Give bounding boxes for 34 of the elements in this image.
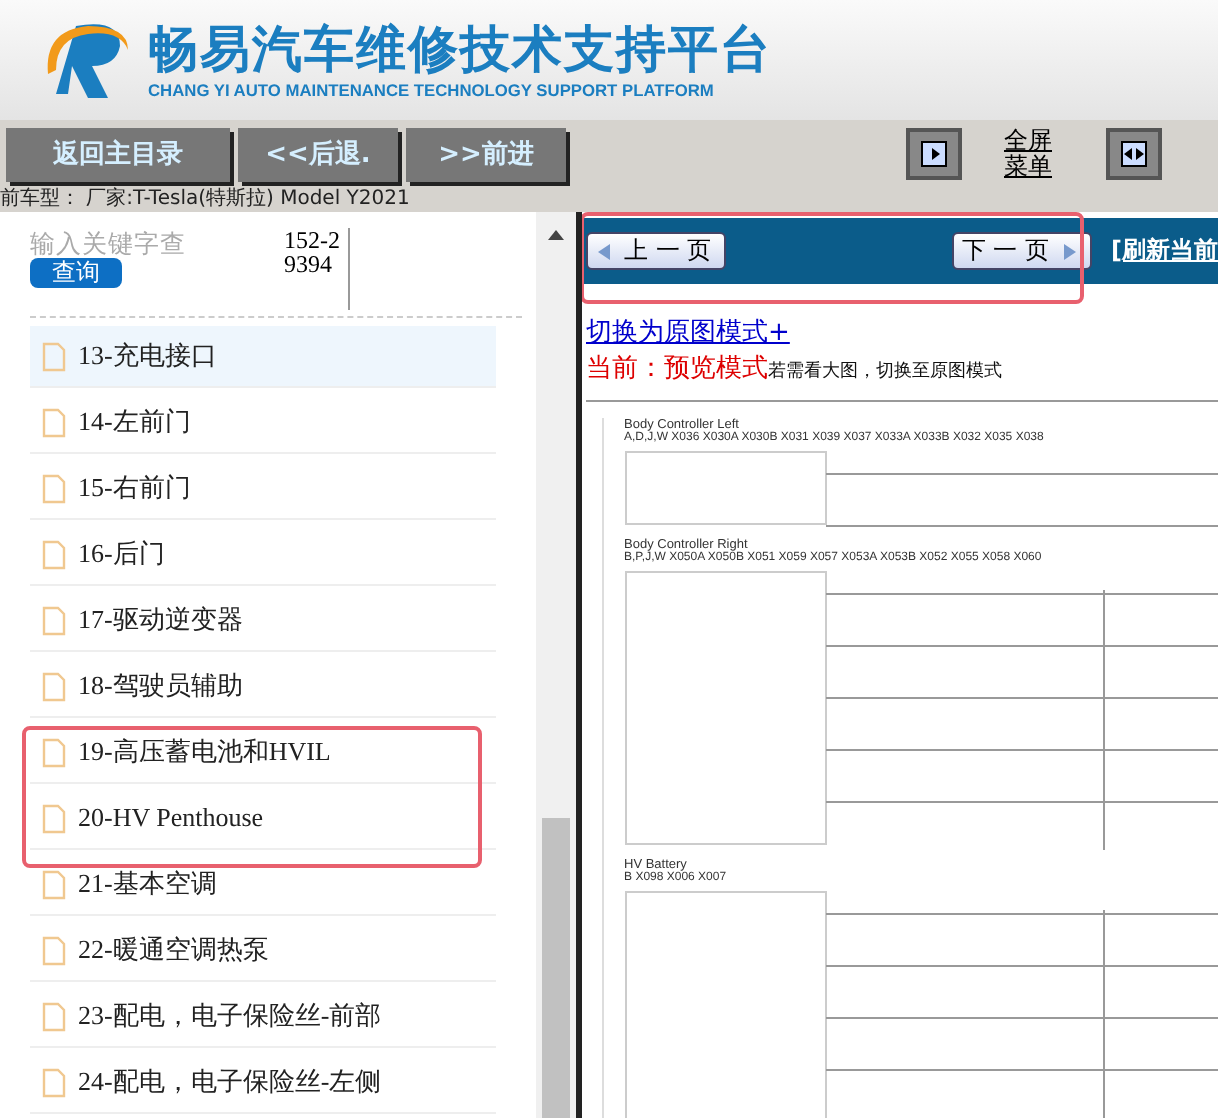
expand-icon[interactable] xyxy=(906,128,962,180)
fullscreen-menu-link[interactable]: 全屏 菜单 xyxy=(998,128,1058,180)
refresh-link[interactable]: [刷新当前 xyxy=(1111,234,1218,268)
mode-switch-link[interactable]: 切换为原图模式+ xyxy=(586,314,1218,350)
document-icon xyxy=(42,1067,66,1097)
document-icon xyxy=(42,869,66,899)
scrollbar[interactable] xyxy=(536,212,576,1118)
document-icon xyxy=(42,737,66,767)
document-icon xyxy=(42,341,66,371)
collapse-icon[interactable] xyxy=(1106,128,1162,180)
nav-button[interactable]: 返回主目录 xyxy=(6,127,230,181)
menu-item[interactable]: 13-充电接口 xyxy=(30,326,496,388)
site-title: 畅易汽车维修技术支持平台 xyxy=(148,20,772,80)
scroll-up-icon[interactable] xyxy=(548,228,564,240)
site-subtitle: CHANG YI AUTO MAINTENANCE TECHNOLOGY SUPPORT PLATFORM xyxy=(148,80,716,100)
search-code: 152-29394 xyxy=(284,228,350,310)
nav-button[interactable]: >>前进 xyxy=(406,127,566,181)
next-page-button[interactable]: 下 一 页 xyxy=(951,232,1092,270)
right-arrow-icon xyxy=(1061,241,1078,261)
document-icon xyxy=(42,539,66,569)
document-icon xyxy=(42,1001,66,1031)
previous-page-button[interactable]: 上 一 页 xyxy=(586,232,726,270)
document-icon xyxy=(42,671,66,701)
left-arrow-icon xyxy=(596,241,612,261)
document-icon xyxy=(42,473,66,503)
document-icon xyxy=(42,407,66,437)
document-icon xyxy=(42,605,66,635)
nav-button[interactable]: <<后退. xyxy=(238,127,398,181)
vehicle-info: 前车型： 厂家:T-Tesla(特斯拉) Model Y2021 xyxy=(0,188,1218,212)
document-icon xyxy=(42,935,66,965)
document-icon xyxy=(42,803,66,833)
search-button[interactable]: 查询 xyxy=(30,258,122,288)
scrollbar-thumb[interactable] xyxy=(542,818,570,1118)
mode-status: 当前：预览模式若需看大图，切换至原图模式 xyxy=(586,350,1218,402)
